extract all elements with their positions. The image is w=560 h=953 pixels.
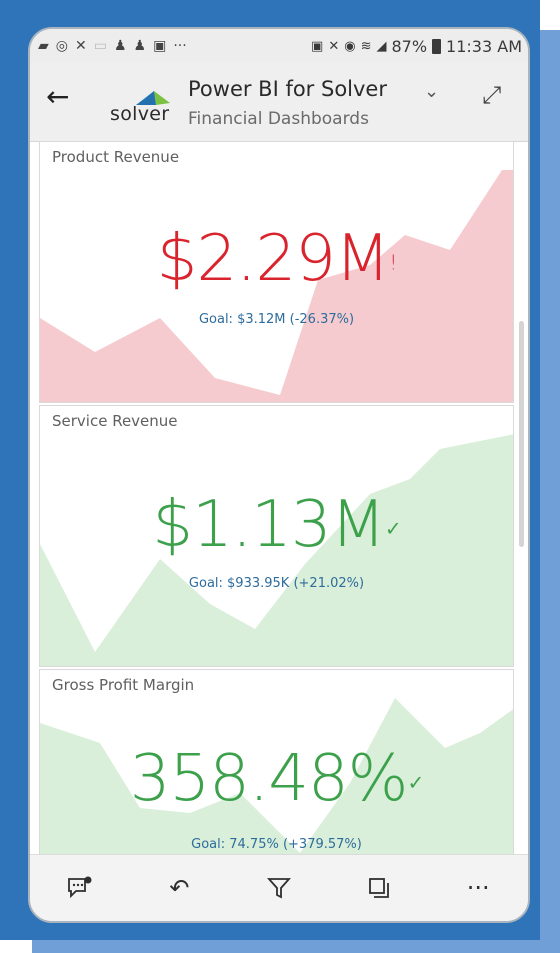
alarm-icon: ◉ (344, 38, 356, 54)
checkmark-icon: ✓ (384, 516, 402, 541)
goal-text: Goal: 74.75% (+379.57%) (191, 837, 362, 852)
kpi-tile-gross-profit-margin[interactable]: Gross Profit Margin 358.48%✓ Goal: 74.75… (39, 669, 514, 859)
photo-icon: ▣ (153, 38, 167, 54)
kpi-value-text: $1.13M (152, 488, 385, 562)
kpi-value-text: $2.29M (156, 222, 390, 296)
solver-logo: solver (110, 91, 176, 127)
notification-icons: ▰ ◎ ✕ ▭ ♟ ♟ ▣ ··· (38, 38, 187, 54)
filter-icon[interactable] (259, 868, 299, 908)
comment-icon[interactable] (60, 868, 100, 908)
copy-icon-svg (368, 878, 389, 898)
bottom-toolbar: ↶ ··· (30, 854, 528, 921)
app-header: ← solver Power BI for Solver Financial D… (30, 63, 528, 142)
undo-icon[interactable]: ↶ (159, 868, 199, 908)
comment-icon-svg (67, 876, 92, 899)
person-icon: ♟ (133, 38, 147, 54)
back-arrow-icon[interactable]: ← (46, 83, 69, 111)
kpi-value: 358.48%✓ (40, 742, 513, 816)
copy-icon[interactable] (359, 868, 399, 908)
scrollbar[interactable] (519, 321, 524, 547)
status-bar: ▰ ◎ ✕ ▭ ♟ ♟ ▣ ··· ▣ ✕ ◉ ≋ ◢ 87% 11:33 AM (30, 29, 528, 63)
more-icon: ··· (173, 38, 187, 54)
frame-border: ▰ ◎ ✕ ▭ ♟ ♟ ▣ ··· ▣ ✕ ◉ ≋ ◢ 87% 11:33 AM (0, 0, 540, 940)
chevron-down-icon[interactable]: ⌄ (424, 81, 439, 102)
kpi-value-text: 358.48% (129, 742, 409, 816)
dashboard-title[interactable]: Power BI for Solver (188, 77, 387, 101)
warning-indicator-icon: ! (389, 250, 397, 275)
lock-icon: ▣ (311, 38, 324, 54)
kpi-value: $2.29M! (40, 222, 513, 296)
dashboard-subtitle: Financial Dashboards (188, 109, 369, 129)
missed-call-icon: ✕ (75, 38, 87, 54)
clock: 11:33 AM (446, 36, 522, 56)
system-icons: ▣ ✕ ◉ ≋ ◢ 87% 11:33 AM (311, 37, 522, 56)
goal-text: Goal: $933.95K (+21.02%) (188, 576, 365, 591)
tile-title: Gross Profit Margin (52, 676, 195, 694)
whatsapp-icon: ◎ (55, 38, 68, 54)
kpi-tile-service-revenue[interactable]: Service Revenue $1.13M✓ Goal: $933.95K (… (39, 405, 514, 667)
kpi-value: $1.13M✓ (40, 488, 513, 562)
battery-percent: 87% (391, 36, 428, 56)
checkmark-icon: ✓ (407, 770, 424, 795)
signal-icon: ◢ (376, 38, 387, 54)
person-icon: ♟ (113, 38, 127, 54)
goal-text: Goal: $3.12M (-26.37%) (198, 312, 355, 327)
wifi-icon: ≋ (360, 38, 372, 54)
kpi-tile-product-revenue[interactable]: Product Revenue $2.29M! Goal: $3.12M (-2… (39, 141, 514, 403)
expand-icon[interactable]: ⤢ (482, 81, 501, 109)
mute-icon: ✕ (328, 38, 340, 54)
more-icon[interactable]: ··· (458, 868, 498, 908)
battery-icon (432, 38, 442, 54)
filter-icon-svg (266, 878, 291, 899)
phone-screen: ▰ ◎ ✕ ▭ ♟ ♟ ▣ ··· ▣ ✕ ◉ ≋ ◢ 87% 11:33 AM (28, 27, 530, 923)
tile-title: Service Revenue (52, 412, 178, 430)
gallery-icon: ▰ (38, 38, 49, 54)
logo-text: solver (110, 103, 170, 125)
tile-title: Product Revenue (52, 148, 180, 166)
image-icon: ▭ (93, 38, 107, 54)
